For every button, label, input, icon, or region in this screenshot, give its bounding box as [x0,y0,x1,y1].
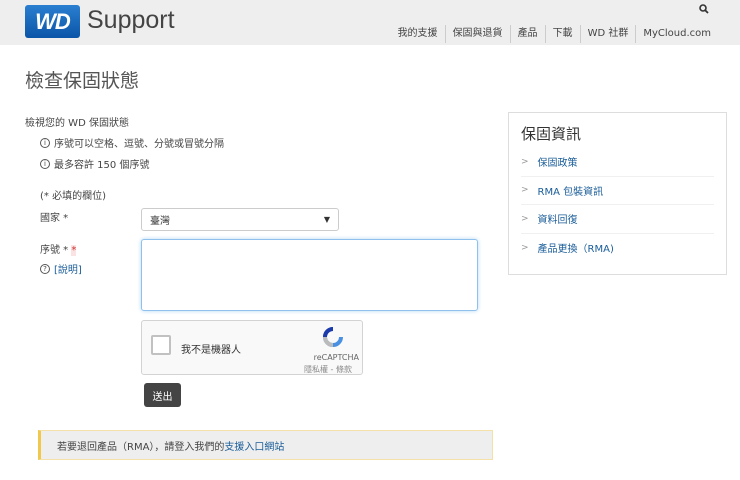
link-label: RMA 包裝資訊 [537,186,604,198]
info-limit: i 最多容許 150 個序號 [40,156,149,171]
help: ? [說明] [40,261,82,276]
chevron-right-icon: > [521,213,529,224]
recaptcha-logo-icon [322,327,344,350]
required-note: (* 必填的欄位) [40,191,106,202]
recaptcha: 我不是機器人 reCAPTCHA 隱私權 - 條款 [141,320,363,375]
recaptcha-brand: reCAPTCHA [313,353,359,362]
link-label: 資料回復 [537,215,578,227]
required-marker: * [71,245,77,256]
info-text: 序號可以空格、逗號、分號或冒號分隔 [54,139,224,150]
nav-downloads[interactable]: 下載 [544,25,580,43]
nav-warranty[interactable]: 保固與退貨 [444,25,510,43]
nav-products[interactable]: 產品 [509,25,545,43]
info-text: 最多容許 150 個序號 [54,160,150,171]
search-icon[interactable] [699,4,709,17]
wd-logo[interactable]: WD [25,5,80,38]
page-title: 檢查保固狀態 [25,70,140,92]
chevron-right-icon: > [521,242,529,253]
link-label: 產品更換（RMA) [537,244,614,256]
help-icon: ? [40,263,50,274]
nav-mycloud[interactable]: MyCloud.com [635,25,718,43]
panel-link-data-recovery[interactable]: > 資料回復 [521,205,714,234]
rma-alert: 若要退回產品（RMA），請登入我們的 支援入口網站 [38,430,493,460]
info-icon: i [40,137,50,148]
intro-text: 檢視您的 WD 保固狀態 [25,118,129,129]
main-nav: 我的支援 保固與退貨 產品 下載 WD 社群 MyCloud.com [391,25,718,43]
nav-community[interactable]: WD 社群 [579,25,636,43]
dropdown-arrow-icon: ▼ [323,215,330,224]
info-separators: i 序號可以空格、逗號、分號或冒號分隔 [40,135,224,150]
serial-label: 序號 * * [40,241,77,256]
support-portal-link[interactable]: 支援入口網站 [224,438,284,453]
nav-my-support[interactable]: 我的支援 [391,25,445,43]
warranty-info-panel: 保固資訊 > 保固政策 > RMA 包裝資訊 > 資料回復 > 產品更換（RMA) [508,112,727,275]
alert-text: 若要退回產品（RMA），請登入我們的 [57,441,225,453]
panel-link-warranty-policy[interactable]: > 保固政策 [521,148,714,177]
chevron-right-icon: > [521,156,529,167]
panel-link-product-replacement[interactable]: > 產品更換（RMA) [521,234,714,263]
recaptcha-links[interactable]: 隱私權 - 條款 [304,364,352,375]
country-value: 臺灣 [150,216,170,227]
captcha-checkbox[interactable] [151,335,171,355]
info-icon: i [40,158,50,169]
panel-link-rma-packaging[interactable]: > RMA 包裝資訊 [521,177,714,205]
panel-title: 保固資訊 [521,125,582,143]
link-label: 保固政策 [537,158,578,170]
submit-button[interactable]: 送出 [144,383,181,407]
brand-title: Support [87,6,175,34]
chevron-right-icon: > [521,185,529,196]
captcha-label: 我不是機器人 [181,345,241,356]
serial-label-text: 序號 * [40,245,69,256]
header: WD Support 我的支援 保固與退貨 產品 下載 WD 社群 MyClou… [0,0,740,45]
help-link[interactable]: [說明] [54,261,82,276]
country-select[interactable]: 臺灣 ▼ [141,208,339,231]
country-label: 國家 * [40,213,69,224]
serial-textarea[interactable] [141,239,478,311]
